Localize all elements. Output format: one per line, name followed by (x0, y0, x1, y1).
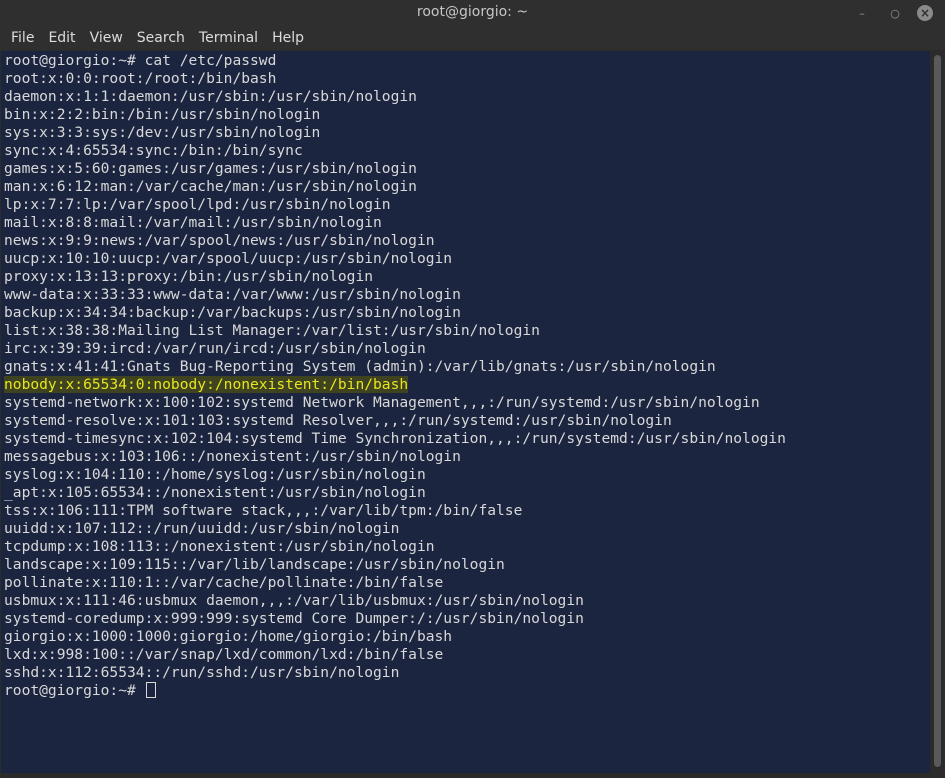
output-text: daemon:x:1:1:daemon:/usr/sbin:/usr/sbin/… (4, 88, 417, 105)
terminal-line: sys:x:3:3:sys:/dev:/usr/sbin/nologin (4, 124, 786, 142)
output-text: root:x:0:0:root:/root:/bin/bash (4, 70, 277, 87)
terminal-line: tss:x:106:111:TPM software stack,,,:/var… (4, 502, 786, 520)
output-text: gnats:x:41:41:Gnats Bug-Reporting System… (4, 358, 716, 375)
shell-prompt: root@giorgio:~# (4, 682, 145, 699)
output-text: irc:x:39:39:ircd:/var/run/ircd:/usr/sbin… (4, 340, 426, 357)
output-text: games:x:5:60:games:/usr/games:/usr/sbin/… (4, 160, 417, 177)
output-text: pollinate:x:110:1::/var/cache/pollinate:… (4, 574, 444, 591)
window-bottom-edge (0, 773, 945, 778)
output-text: uuidd:x:107:112::/run/uuidd:/usr/sbin/no… (4, 520, 400, 537)
terminal-line: systemd-resolve:x:101:103:systemd Resolv… (4, 412, 786, 430)
output-text: tcpdump:x:108:113::/nonexistent:/usr/sbi… (4, 538, 435, 555)
text-cursor (145, 682, 156, 698)
output-text: proxy:x:13:13:proxy:/bin:/usr/sbin/nolog… (4, 268, 374, 285)
terminal-line: root:x:0:0:root:/root:/bin/bash (4, 70, 786, 88)
prompt-line[interactable]: root@giorgio:~# (4, 682, 786, 700)
output-text: systemd-timesync:x:102:104:systemd Time … (4, 430, 786, 447)
menu-search[interactable]: Search (130, 26, 192, 50)
terminal-line: usbmux:x:111:46:usbmux daemon,,,:/var/li… (4, 592, 786, 610)
close-icon[interactable]: × (917, 5, 933, 21)
terminal-window: root@giorgio: ~ – ○ × File Edit View Sea… (0, 0, 945, 778)
output-text: backup:x:34:34:backup:/var/backups:/usr/… (4, 304, 461, 321)
terminal-line: nobody:x:65534:0:nobody:/nonexistent:/bi… (4, 376, 786, 394)
terminal-line: backup:x:34:34:backup:/var/backups:/usr/… (4, 304, 786, 322)
menu-terminal[interactable]: Terminal (192, 26, 265, 50)
terminal-line: systemd-timesync:x:102:104:systemd Time … (4, 430, 786, 448)
terminal-line: mail:x:8:8:mail:/var/mail:/usr/sbin/nolo… (4, 214, 786, 232)
output-text: lxd:x:998:100::/var/snap/lxd/common/lxd:… (4, 646, 444, 663)
terminal-output[interactable]: root@giorgio:~# cat /etc/passwd root:x:0:… (1, 51, 930, 773)
output-text: landscape:x:109:115::/var/lib/landscape:… (4, 556, 505, 573)
output-text: lp:x:7:7:lp:/var/spool/lpd:/usr/sbin/nol… (4, 196, 391, 213)
terminal-line: lp:x:7:7:lp:/var/spool/lpd:/usr/sbin/nol… (4, 196, 786, 214)
terminal-line: sshd:x:112:65534::/run/sshd:/usr/sbin/no… (4, 664, 786, 682)
menu-file[interactable]: File (4, 26, 41, 50)
terminal-line: landscape:x:109:115::/var/lib/landscape:… (4, 556, 786, 574)
terminal-line: _apt:x:105:65534::/nonexistent:/usr/sbin… (4, 484, 786, 502)
menu-view[interactable]: View (83, 26, 130, 50)
terminal-line: www-data:x:33:33:www-data:/var/www:/usr/… (4, 286, 786, 304)
output-text: man:x:6:12:man:/var/cache/man:/usr/sbin/… (4, 178, 417, 195)
output-text: _apt:x:105:65534::/nonexistent:/usr/sbin… (4, 484, 426, 501)
window-title: root@giorgio: ~ (416, 4, 529, 20)
terminal-line: pollinate:x:110:1::/var/cache/pollinate:… (4, 574, 786, 592)
output-text: sys:x:3:3:sys:/dev:/usr/sbin/nologin (4, 124, 321, 141)
output-text: usbmux:x:111:46:usbmux daemon,,,:/var/li… (4, 592, 584, 609)
terminal-line: lxd:x:998:100::/var/snap/lxd/common/lxd:… (4, 646, 786, 664)
title-bar[interactable]: root@giorgio: ~ – ○ × (0, 0, 945, 26)
terminal-line: uucp:x:10:10:uucp:/var/spool/uucp:/usr/s… (4, 250, 786, 268)
terminal-line: messagebus:x:103:106::/nonexistent:/usr/… (4, 448, 786, 466)
terminal-line: bin:x:2:2:bin:/bin:/usr/sbin/nologin (4, 106, 786, 124)
output-text: systemd-resolve:x:101:103:systemd Resolv… (4, 412, 672, 429)
output-text: sync:x:4:65534:sync:/bin:/bin/sync (4, 142, 303, 159)
terminal-line: daemon:x:1:1:daemon:/usr/sbin:/usr/sbin/… (4, 88, 786, 106)
scrollbar[interactable] (930, 51, 945, 773)
terminal-line: irc:x:39:39:ircd:/var/run/ircd:/usr/sbin… (4, 340, 786, 358)
output-text: giorgio:x:1000:1000:giorgio:/home/giorgi… (4, 628, 453, 645)
menu-edit[interactable]: Edit (41, 26, 82, 50)
minimize-icon[interactable]: – (853, 4, 871, 22)
terminal-line: news:x:9:9:news:/var/spool/news:/usr/sbi… (4, 232, 786, 250)
output-text: systemd-coredump:x:999:999:systemd Core … (4, 610, 584, 627)
terminal-line: list:x:38:38:Mailing List Manager:/var/l… (4, 322, 786, 340)
terminal-line: man:x:6:12:man:/var/cache/man:/usr/sbin/… (4, 178, 786, 196)
terminal-line: proxy:x:13:13:proxy:/bin:/usr/sbin/nolog… (4, 268, 786, 286)
output-text: bin:x:2:2:bin:/bin:/usr/sbin/nologin (4, 106, 321, 123)
output-text: root@giorgio:~# cat /etc/passwd (4, 52, 277, 69)
terminal-line: root@giorgio:~# cat /etc/passwd (4, 52, 786, 70)
terminal-line: uuidd:x:107:112::/run/uuidd:/usr/sbin/no… (4, 520, 786, 538)
menu-bar: File Edit View Search Terminal Help (0, 26, 945, 50)
terminal-text: root@giorgio:~# cat /etc/passwd root:x:0:… (4, 52, 786, 700)
terminal-line: syslog:x:104:110::/home/syslog:/usr/sbin… (4, 466, 786, 484)
terminal-line: games:x:5:60:games:/usr/games:/usr/sbin/… (4, 160, 786, 178)
maximize-icon[interactable]: ○ (886, 4, 904, 22)
terminal-line: systemd-coredump:x:999:999:systemd Core … (4, 610, 786, 628)
terminal-line: gnats:x:41:41:Gnats Bug-Reporting System… (4, 358, 786, 376)
terminal-line: giorgio:x:1000:1000:giorgio:/home/giorgi… (4, 628, 786, 646)
output-text: www-data:x:33:33:www-data:/var/www:/usr/… (4, 286, 461, 303)
scrollbar-thumb[interactable] (934, 55, 941, 767)
output-text: uucp:x:10:10:uucp:/var/spool/uucp:/usr/s… (4, 250, 453, 267)
output-text: tss:x:106:111:TPM software stack,,,:/var… (4, 502, 523, 519)
output-text: systemd-network:x:100:102:systemd Networ… (4, 394, 760, 411)
terminal-line: systemd-network:x:100:102:systemd Networ… (4, 394, 786, 412)
output-text: news:x:9:9:news:/var/spool/news:/usr/sbi… (4, 232, 435, 249)
highlighted-output-text: nobody:x:65534:0:nobody:/nonexistent:/bi… (4, 376, 409, 393)
terminal-line: tcpdump:x:108:113::/nonexistent:/usr/sbi… (4, 538, 786, 556)
output-text: mail:x:8:8:mail:/var/mail:/usr/sbin/nolo… (4, 214, 382, 231)
output-text: syslog:x:104:110::/home/syslog:/usr/sbin… (4, 466, 426, 483)
output-text: sshd:x:112:65534::/run/sshd:/usr/sbin/no… (4, 664, 400, 681)
menu-help[interactable]: Help (265, 26, 311, 50)
terminal-line: sync:x:4:65534:sync:/bin:/bin/sync (4, 142, 786, 160)
output-text: messagebus:x:103:106::/nonexistent:/usr/… (4, 448, 461, 465)
output-text: list:x:38:38:Mailing List Manager:/var/l… (4, 322, 540, 339)
